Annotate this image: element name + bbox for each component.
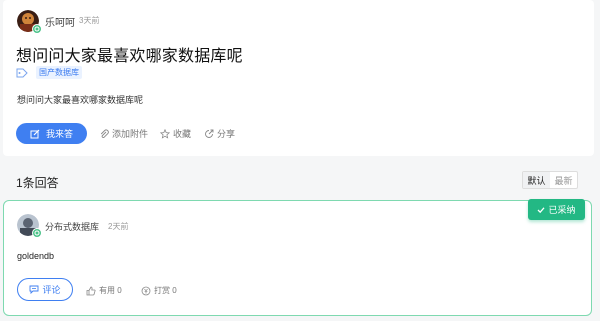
tip-button[interactable]: 打赏 0 (141, 285, 177, 296)
answer-timestamp: 2天前 (108, 222, 129, 231)
check-icon (538, 206, 545, 213)
comment-button[interactable]: 评论 (17, 278, 73, 301)
question-body: 想问问大家最喜欢哪家数据库呢 (17, 95, 144, 105)
attach-label: 添加附件 (112, 129, 149, 139)
comment-label: 评论 (42, 285, 61, 295)
answer-card: 分布式数据库 2天前 已采纳 goldendb 评论 有用 0 打赏 0 (3, 199, 592, 316)
favorite-label: 收藏 (173, 129, 192, 139)
accepted-label: 已采纳 (548, 205, 576, 215)
verified-badge-icon (32, 228, 42, 238)
attach-button[interactable]: 添加附件 (100, 127, 148, 140)
question-tag[interactable]: 国产数据库 (36, 66, 82, 79)
useful-button[interactable]: 有用 0 (86, 285, 122, 296)
comment-icon (30, 285, 39, 294)
share-label: 分享 (217, 129, 236, 139)
useful-label: 有用 0 (99, 286, 122, 295)
tag-icon (16, 68, 28, 78)
share-button[interactable]: 分享 (204, 127, 235, 140)
share-icon (205, 129, 214, 138)
coin-icon (141, 286, 151, 295)
star-icon (160, 128, 170, 139)
answer-author-avatar[interactable] (17, 214, 42, 238)
sort-latest-tab[interactable]: 最新 (550, 172, 577, 188)
question-author-name[interactable]: 乐呵呵 (45, 14, 75, 29)
answer-button[interactable]: 我来答 (16, 123, 87, 144)
accepted-badge: 已采纳 (528, 199, 585, 220)
answers-count: 1条回答 (16, 176, 59, 190)
answer-button-label: 我来答 (45, 129, 73, 139)
question-author-avatar[interactable] (17, 10, 42, 34)
edit-icon (30, 129, 40, 138)
sort-default-tab[interactable]: 默认 (523, 172, 550, 188)
question-timestamp: 3天前 (79, 16, 100, 25)
favorite-button[interactable]: 收藏 (160, 127, 191, 140)
tip-label: 打赏 0 (154, 286, 177, 295)
sort-toggle: 默认 最新 (522, 171, 578, 189)
question-card: 乐呵呵 3天前 想问问大家最喜欢哪家数据库呢 国产数据库 想问问大家最喜欢哪家数… (3, 0, 594, 156)
thumbs-up-icon (86, 286, 96, 295)
answer-body: goldendb (17, 251, 55, 261)
question-title: 想问问大家最喜欢哪家数据库呢 (16, 48, 243, 65)
verified-badge-icon (32, 24, 42, 34)
paperclip-icon (100, 129, 109, 138)
answer-author-name[interactable]: 分布式数据库 (45, 220, 99, 233)
